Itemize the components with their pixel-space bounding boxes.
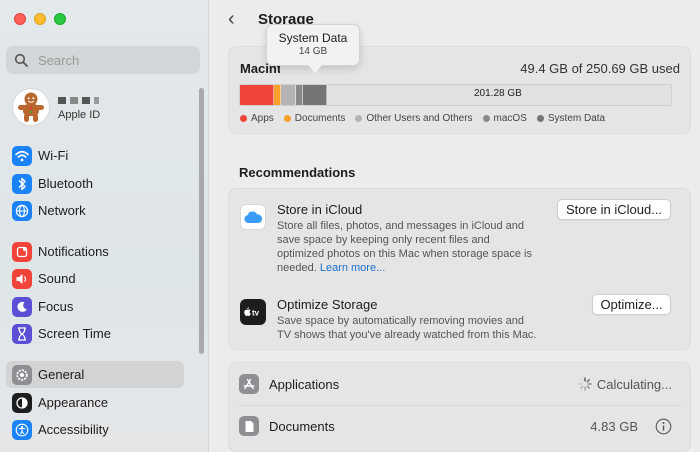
row-divider xyxy=(239,405,682,406)
legend-dot xyxy=(283,115,291,122)
sidebar-item-network[interactable]: Network xyxy=(6,197,184,224)
legend-item: Other Users and Others xyxy=(355,113,473,124)
legend-dot xyxy=(240,115,247,122)
recommendation-description: Store all files, photos, and messages in… xyxy=(277,220,532,274)
category-row-applications[interactable]: Applications Calculating... xyxy=(239,372,682,396)
recommendations-heading: Recommendations xyxy=(239,165,356,180)
minimize-window-button[interactable] xyxy=(34,13,46,25)
sidebar-item-label: Focus xyxy=(38,299,74,314)
storage-segment[interactable] xyxy=(274,85,282,105)
storage-pane: ‹ Storage Macintosh HD 49.4 GB of 250.69… xyxy=(210,0,700,452)
category-row-documents[interactable]: Documents 4.83 GB xyxy=(239,414,682,438)
legend-dot xyxy=(536,115,544,122)
tooltip-pointer xyxy=(308,65,322,73)
sidebar: Apple ID Wi-Fi Bluetooth Network Notific… xyxy=(0,0,209,452)
hourglass-icon xyxy=(12,323,32,344)
recommendation-description: Save space by automatically removing mov… xyxy=(277,315,537,341)
icloud-icon xyxy=(240,204,266,230)
tooltip-value: 14 GB xyxy=(298,46,328,57)
document-icon xyxy=(239,416,259,436)
speaker-icon xyxy=(12,268,32,289)
tooltip-title: System Data xyxy=(278,31,348,45)
globe-icon xyxy=(12,200,32,221)
legend-label: Documents xyxy=(294,113,346,124)
legend-item: Apps xyxy=(240,113,274,124)
storage-used-text: 49.4 GB of 250.69 GB used xyxy=(520,61,680,76)
sidebar-item-sound[interactable]: Sound xyxy=(6,265,184,292)
recommendation-title: Store in iCloud xyxy=(277,202,363,217)
category-size-text: Calculating... xyxy=(596,376,672,392)
legend-label: Apps xyxy=(251,113,274,124)
sidebar-item-screen-time[interactable]: Screen Time xyxy=(6,320,184,347)
system-data-tooltip: System Data 14 GB xyxy=(266,24,360,66)
sidebar-scrollbar[interactable] xyxy=(199,88,204,354)
wifi-icon xyxy=(12,145,32,166)
account-name-redacted xyxy=(58,93,100,107)
sidebar-item-wifi[interactable]: Wi-Fi xyxy=(6,142,184,169)
sidebar-item-notifications[interactable]: Notifications xyxy=(6,238,184,265)
apple-tv-icon: tv xyxy=(240,299,266,325)
legend-item: macOS xyxy=(482,113,527,124)
sidebar-item-accessibility[interactable]: Accessibility xyxy=(6,416,184,443)
sidebar-item-label: Sound xyxy=(38,271,76,286)
search-icon xyxy=(14,53,28,67)
window-controls xyxy=(14,13,66,25)
search-input[interactable] xyxy=(38,52,188,68)
sidebar-item-label: Wi-Fi xyxy=(38,148,69,163)
sidebar-item-label: Bluetooth xyxy=(38,176,93,191)
optimize-button[interactable]: Optimize... xyxy=(592,294,671,315)
storage-segment[interactable] xyxy=(281,85,297,105)
close-window-button[interactable] xyxy=(14,13,26,25)
free-space-label: 201.28 GB xyxy=(474,88,522,99)
category-label: Documents xyxy=(269,418,335,434)
learn-more-link[interactable]: Learn more... xyxy=(320,262,385,274)
spinner-icon xyxy=(578,377,592,391)
sidebar-item-label: Network xyxy=(38,203,86,218)
storage-segment[interactable] xyxy=(240,85,275,105)
legend-dot xyxy=(355,115,363,122)
sidebar-item-label: General xyxy=(38,367,85,382)
legend-label: System Data xyxy=(547,113,606,124)
storage-legend: Apps Documents Other Users and Others macOS… xyxy=(240,113,605,124)
recommendations-card: Store in iCloud Store all files, photos,… xyxy=(228,188,691,350)
avatar xyxy=(12,88,50,126)
apple-id-label: Apple ID xyxy=(58,109,101,121)
category-size: 4.83 GB xyxy=(590,418,672,435)
sidebar-item-label: Appearance xyxy=(38,395,109,410)
accessibility-icon xyxy=(12,419,32,440)
store-in-icloud-button[interactable]: Store in iCloud... xyxy=(557,199,671,220)
app-store-icon xyxy=(239,374,259,394)
category-label: Applications xyxy=(269,376,340,392)
sidebar-item-bluetooth[interactable]: Bluetooth xyxy=(6,170,184,197)
back-chevron-icon[interactable]: ‹ xyxy=(228,9,235,29)
info-icon[interactable] xyxy=(655,418,672,435)
legend-dot xyxy=(482,115,490,122)
sidebar-item-label: Notifications xyxy=(38,244,109,259)
storage-segment[interactable] xyxy=(302,85,328,105)
bell-icon xyxy=(12,241,32,262)
sidebar-item-label: Accessibility xyxy=(38,422,109,437)
category-size: Calculating... xyxy=(577,376,672,392)
sidebar-item-general[interactable]: General xyxy=(6,361,184,388)
apple-id-account[interactable]: Apple ID xyxy=(12,88,100,126)
legend-item: Documents xyxy=(283,113,346,124)
search-field[interactable] xyxy=(6,46,200,74)
storage-categories-card: Applications Calculating... Documents 4.… xyxy=(228,362,691,452)
category-size-text: 4.83 GB xyxy=(590,418,638,434)
appearance-icon xyxy=(12,392,32,413)
moon-icon xyxy=(12,296,32,317)
zoom-window-button[interactable] xyxy=(54,13,66,25)
legend-label: macOS xyxy=(493,113,527,124)
legend-label: Other Users and Others xyxy=(366,113,473,124)
gingerbread-avatar-icon xyxy=(18,92,44,122)
svg-text:tv: tv xyxy=(252,309,260,318)
legend-item: System Data xyxy=(536,113,606,124)
sidebar-item-label: Screen Time xyxy=(38,326,111,341)
gear-icon xyxy=(12,364,32,385)
bluetooth-icon xyxy=(12,173,32,194)
sidebar-item-focus[interactable]: Focus xyxy=(6,293,184,320)
recommendation-title: Optimize Storage xyxy=(277,297,378,312)
sidebar-item-appearance[interactable]: Appearance xyxy=(6,389,184,416)
storage-usage-bar[interactable] xyxy=(239,84,672,106)
